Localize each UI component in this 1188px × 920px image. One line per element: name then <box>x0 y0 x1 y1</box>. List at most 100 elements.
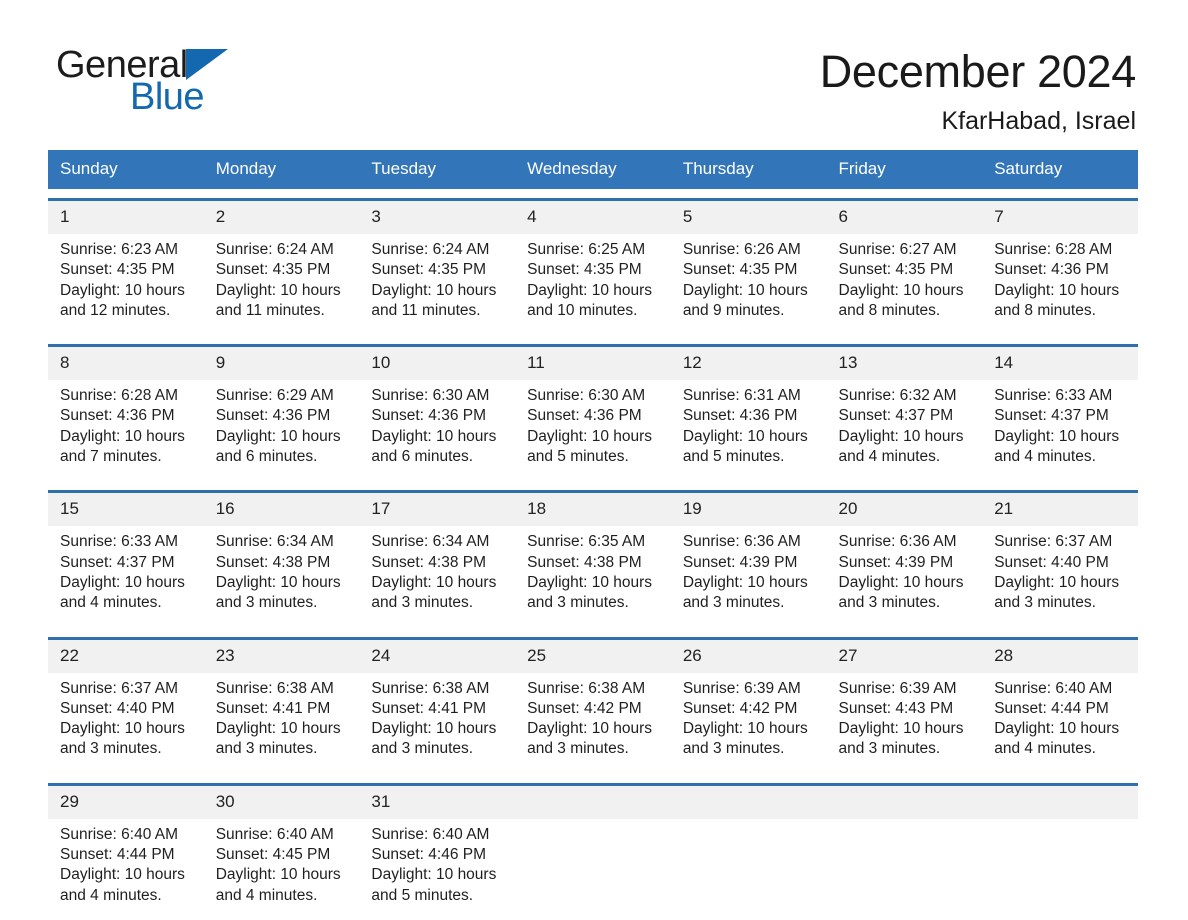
calendar-container: Sunday Monday Tuesday Wednesday Thursday… <box>0 150 1188 920</box>
daylight-text-line1: Daylight: 10 hours <box>60 281 185 299</box>
day-number[interactable]: 6 <box>826 199 983 234</box>
calendar-body: 1 2 3 4 5 6 7 Sunrise: 6:23 AM Sunset: 4:35 PM Da… <box>48 189 1138 920</box>
sunrise-text: Sunrise: 6:34 AM <box>371 533 490 551</box>
day-number[interactable]: 16 <box>203 491 360 527</box>
daylight-text-line2: and 4 minutes. <box>994 740 1096 758</box>
sunset-text: Sunset: 4:42 PM <box>682 699 798 717</box>
sunrise-text: Sunrise: 6:40 AM <box>215 825 334 843</box>
daylight-text-line2: and 5 minutes. <box>527 448 629 466</box>
day-number[interactable]: 2 <box>203 199 360 234</box>
daylight-text-line1: Daylight: 10 hours <box>371 866 497 884</box>
day-number[interactable]: 4 <box>515 199 671 234</box>
day-cell: Sunrise: 6:33 AM Sunset: 4:37 PM Daylight:… <box>982 380 1138 482</box>
day-number[interactable]: 21 <box>982 491 1138 527</box>
sunset-text: Sunset: 4:36 PM <box>682 407 798 425</box>
day-number[interactable]: 14 <box>982 345 1138 381</box>
day-cell: Sunrise: 6:30 AM Sunset: 4:36 PM Daylight:… <box>515 380 671 482</box>
week-separator <box>48 335 1138 348</box>
daylight-text-line2: and 10 minutes. <box>527 301 638 319</box>
day-number[interactable]: 15 <box>48 491 204 527</box>
day-number[interactable]: 22 <box>48 638 204 673</box>
day-number-empty <box>982 784 1138 819</box>
sunrise-text: Sunrise: 6:25 AM <box>527 241 646 258</box>
day-number[interactable]: 19 <box>670 491 827 527</box>
day-number[interactable]: 11 <box>515 345 671 381</box>
sunrise-text: Sunrise: 6:26 AM <box>682 241 801 258</box>
day-number[interactable]: 7 <box>982 199 1138 234</box>
day-number[interactable]: 1 <box>48 199 204 234</box>
day-detail-row: Sunrise: 6:40 AM Sunset: 4:44 PM Daylight:… <box>48 818 1138 920</box>
day-number[interactable]: 27 <box>826 638 983 673</box>
day-cell: Sunrise: 6:23 AM Sunset: 4:35 PM Daylight:… <box>48 234 204 336</box>
sunset-text: Sunset: 4:36 PM <box>60 407 175 425</box>
day-cell-empty <box>515 818 671 920</box>
sunset-text: Sunset: 4:36 PM <box>371 407 486 425</box>
day-cell: Sunrise: 6:40 AM Sunset: 4:44 PM Daylight:… <box>982 672 1138 774</box>
day-number[interactable]: 10 <box>359 345 516 381</box>
sunrise-text: Sunrise: 6:28 AM <box>994 241 1113 258</box>
day-cell: Sunrise: 6:34 AM Sunset: 4:38 PM Daylight:… <box>359 526 516 628</box>
sunrise-text: Sunrise: 6:24 AM <box>371 241 490 258</box>
day-number[interactable]: 30 <box>203 784 360 819</box>
sunset-text: Sunset: 4:39 PM <box>682 553 798 571</box>
day-detail-row: Sunrise: 6:37 AM Sunset: 4:40 PM Daylight:… <box>48 672 1138 774</box>
daylight-text-line1: Daylight: 10 hours <box>371 281 497 299</box>
sunset-text: Sunset: 4:36 PM <box>527 407 642 425</box>
daylight-text-line2: and 5 minutes. <box>371 886 474 904</box>
day-number[interactable]: 20 <box>826 491 983 527</box>
daylight-text-line1: Daylight: 10 hours <box>527 281 653 299</box>
sunset-text: Sunset: 4:39 PM <box>838 553 954 571</box>
sunset-text: Sunset: 4:37 PM <box>838 407 954 425</box>
sunset-text: Sunset: 4:38 PM <box>371 553 486 571</box>
sunrise-text: Sunrise: 6:33 AM <box>994 387 1113 405</box>
day-cell: Sunrise: 6:27 AM Sunset: 4:35 PM Daylight:… <box>826 234 983 336</box>
sunset-text: Sunset: 4:41 PM <box>215 699 331 717</box>
weekday-header-friday: Friday <box>826 150 983 189</box>
day-number[interactable]: 24 <box>359 638 516 673</box>
day-number[interactable]: 29 <box>48 784 204 819</box>
day-number[interactable]: 31 <box>359 784 516 819</box>
sunrise-text: Sunrise: 6:32 AM <box>838 387 957 405</box>
day-cell: Sunrise: 6:34 AM Sunset: 4:38 PM Daylight:… <box>203 526 360 628</box>
day-number[interactable]: 12 <box>670 345 827 381</box>
day-cell: Sunrise: 6:38 AM Sunset: 4:41 PM Daylight:… <box>203 672 360 774</box>
week-separator <box>48 189 1138 201</box>
day-number[interactable]: 3 <box>359 199 516 234</box>
day-cell: Sunrise: 6:40 AM Sunset: 4:45 PM Daylight:… <box>203 818 360 920</box>
daylight-text-line1: Daylight: 10 hours <box>371 573 497 591</box>
sunrise-text: Sunrise: 6:34 AM <box>215 533 334 551</box>
daylight-text-line1: Daylight: 10 hours <box>215 573 341 591</box>
week-separator-rule <box>48 627 1138 640</box>
day-number[interactable]: 17 <box>359 491 516 527</box>
sunset-text: Sunset: 4:36 PM <box>994 261 1109 279</box>
sunset-text: Sunset: 4:44 PM <box>60 846 175 864</box>
day-cell: Sunrise: 6:36 AM Sunset: 4:39 PM Daylight:… <box>826 526 983 628</box>
sunset-text: Sunset: 4:35 PM <box>371 261 486 279</box>
day-detail-row: Sunrise: 6:23 AM Sunset: 4:35 PM Daylight:… <box>48 234 1138 336</box>
daylight-text-line2: and 3 minutes. <box>838 740 941 758</box>
day-cell: Sunrise: 6:25 AM Sunset: 4:35 PM Daylight:… <box>515 234 671 336</box>
day-number[interactable]: 8 <box>48 345 204 381</box>
day-number[interactable]: 23 <box>203 638 360 673</box>
day-number[interactable]: 13 <box>826 345 983 381</box>
day-number[interactable]: 26 <box>670 638 827 673</box>
day-number[interactable]: 18 <box>515 491 671 527</box>
day-number[interactable]: 28 <box>982 638 1138 673</box>
day-number-row: 1234567 <box>48 199 1138 234</box>
daylight-text-line2: and 9 minutes. <box>682 301 785 319</box>
sunrise-text: Sunrise: 6:27 AM <box>838 241 957 258</box>
sunset-text: Sunset: 4:35 PM <box>527 261 642 279</box>
sunset-text: Sunset: 4:44 PM <box>994 699 1109 717</box>
day-cell: Sunrise: 6:31 AM Sunset: 4:36 PM Daylight:… <box>670 380 827 482</box>
day-cell: Sunrise: 6:29 AM Sunset: 4:36 PM Daylight:… <box>203 380 360 482</box>
day-cell: Sunrise: 6:28 AM Sunset: 4:36 PM Daylight:… <box>982 234 1138 336</box>
sunset-text: Sunset: 4:40 PM <box>994 553 1109 571</box>
day-number[interactable]: 5 <box>670 199 827 234</box>
daylight-text-line1: Daylight: 10 hours <box>371 720 497 738</box>
day-number[interactable]: 25 <box>515 638 671 673</box>
sunset-text: Sunset: 4:36 PM <box>215 407 331 425</box>
day-number[interactable]: 9 <box>203 345 360 381</box>
calendar-header-row: Sunday Monday Tuesday Wednesday Thursday… <box>48 150 1138 189</box>
week-separator <box>48 627 1138 640</box>
sunrise-text: Sunrise: 6:29 AM <box>215 387 334 405</box>
